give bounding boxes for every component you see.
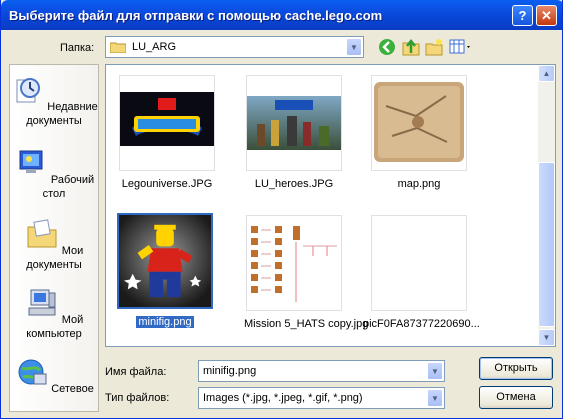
up-folder-icon[interactable]: [401, 38, 421, 56]
file-thumbnail: [246, 215, 342, 311]
file-name: picF0FA87377220690...: [363, 318, 480, 330]
file-item-lu-heroes[interactable]: LU_heroes.JPG: [244, 75, 344, 190]
file-list[interactable]: Legouniverse.JPG LU_heroes.JPG map.png m…: [105, 64, 556, 347]
place-recent-documents[interactable]: Недавние документы: [10, 74, 98, 128]
place-label: Рабочий стол: [42, 174, 95, 200]
file-item-minifig[interactable]: minifig.png: [115, 213, 215, 328]
file-name: LU_heroes.JPG: [254, 178, 334, 190]
back-icon[interactable]: [378, 38, 398, 56]
file-item-legouniverse[interactable]: Legouniverse.JPG: [117, 75, 217, 190]
file-name: map.png: [397, 178, 441, 190]
place-my-computer[interactable]: Мой компьютер: [10, 287, 98, 341]
scroll-down-icon[interactable]: ▼: [538, 329, 555, 346]
scroll-thumb[interactable]: [538, 162, 555, 327]
filetype-value: Images (*.jpg, *.jpeg, *.gif, *.png): [203, 392, 363, 404]
file-thumbnail: [117, 213, 213, 309]
folder-icon: [110, 42, 126, 53]
filename-input[interactable]: minifig.png ▼: [198, 360, 445, 382]
file-item-mission-hats[interactable]: Mission 5_HATS copy.jpg: [242, 215, 368, 330]
file-thumbnail: [119, 75, 215, 171]
view-menu-icon[interactable]: [449, 38, 473, 56]
minifig-image: [119, 215, 211, 307]
filename-value: minifig.png: [203, 365, 257, 377]
title-bar[interactable]: Выберите файл для отправки с помощью cac…: [1, 0, 562, 30]
file-item-pic[interactable]: picF0FA87377220690...: [361, 215, 480, 330]
desktop-icon: [19, 150, 43, 173]
network-icon: [18, 359, 47, 385]
folder-dropdown[interactable]: LU_ARG ▼: [105, 36, 364, 58]
folder-label: Папка:: [60, 42, 95, 54]
lu-heroes-image: [247, 96, 341, 150]
place-network[interactable]: Сетевое: [10, 356, 98, 396]
chevron-down-icon[interactable]: ▼: [427, 389, 443, 407]
lego-universe-logo-image: [120, 92, 214, 146]
file-thumbnail: [371, 215, 467, 311]
file-name: Legouniverse.JPG: [121, 178, 213, 190]
vertical-scrollbar[interactable]: ▲ ▼: [538, 65, 555, 346]
filetype-label: Тип файлов:: [105, 392, 170, 404]
help-button[interactable]: ?: [512, 5, 533, 26]
places-bar: Недавние документы Рабочий стол Мои доку…: [9, 64, 99, 412]
filetype-select[interactable]: Images (*.jpg, *.jpeg, *.gif, *.png) ▼: [198, 387, 445, 409]
place-my-documents[interactable]: Мои документы: [10, 218, 98, 272]
file-open-dialog: Выберите файл для отправки с помощью cac…: [0, 0, 563, 419]
close-button[interactable]: ✕: [536, 5, 557, 26]
my-computer-icon: [28, 289, 56, 316]
file-thumbnail: [246, 75, 342, 171]
my-documents-icon: [27, 219, 57, 248]
open-button[interactable]: Открыть: [479, 357, 553, 380]
cancel-button[interactable]: Отмена: [479, 386, 553, 409]
filename-label: Имя файла:: [105, 366, 167, 378]
place-desktop[interactable]: Рабочий стол: [10, 147, 98, 201]
folder-name: LU_ARG: [132, 41, 177, 53]
chevron-down-icon[interactable]: ▼: [427, 362, 443, 380]
chevron-down-icon[interactable]: ▼: [346, 38, 362, 56]
mission-hats-image: [247, 216, 341, 310]
place-label: Сетевое: [51, 383, 94, 395]
scroll-up-icon[interactable]: ▲: [538, 65, 555, 82]
file-name: Mission 5_HATS copy.jpg: [244, 318, 369, 330]
file-thumbnail: [371, 75, 467, 171]
new-folder-icon[interactable]: [424, 38, 444, 56]
dialog-title: Выберите файл для отправки с помощью cac…: [9, 8, 383, 23]
file-name: minifig.png: [136, 316, 194, 328]
map-image: [374, 82, 464, 162]
file-item-map[interactable]: map.png: [369, 75, 469, 190]
recent-documents-icon: [16, 78, 41, 103]
